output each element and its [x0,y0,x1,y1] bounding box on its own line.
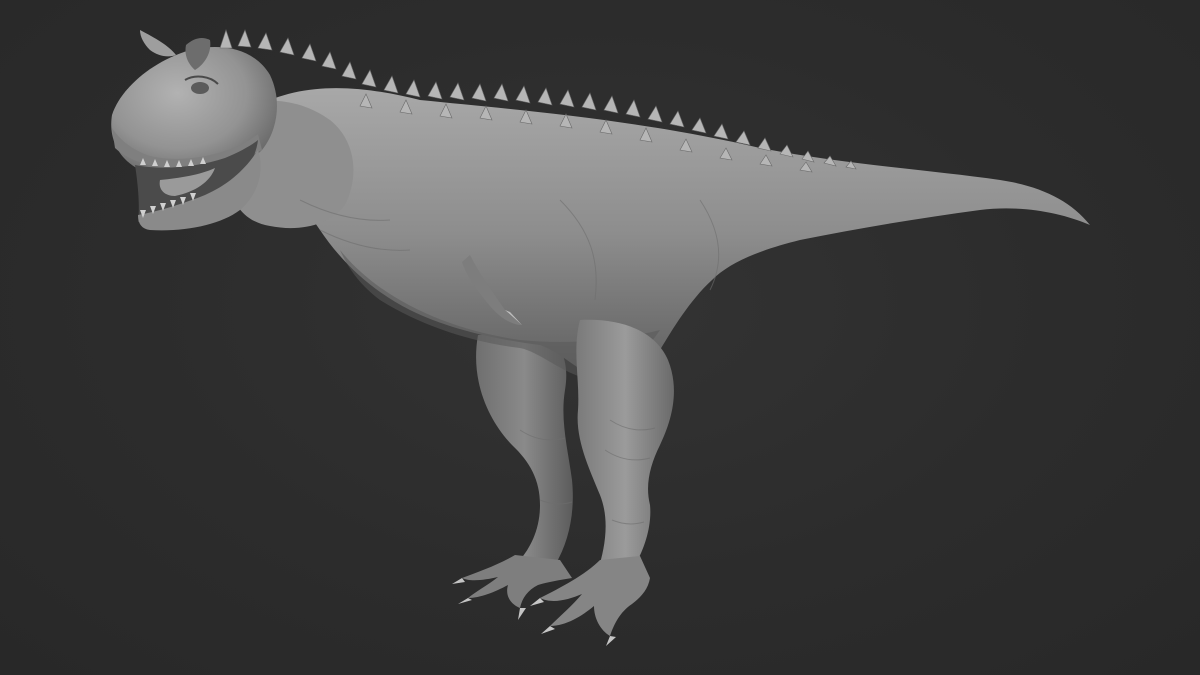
eye [191,82,209,94]
far-leg [452,330,573,620]
head [111,30,354,231]
body [250,88,1090,380]
dinosaur-model [111,29,1090,646]
sculpt-viewport[interactable] [0,0,1200,675]
